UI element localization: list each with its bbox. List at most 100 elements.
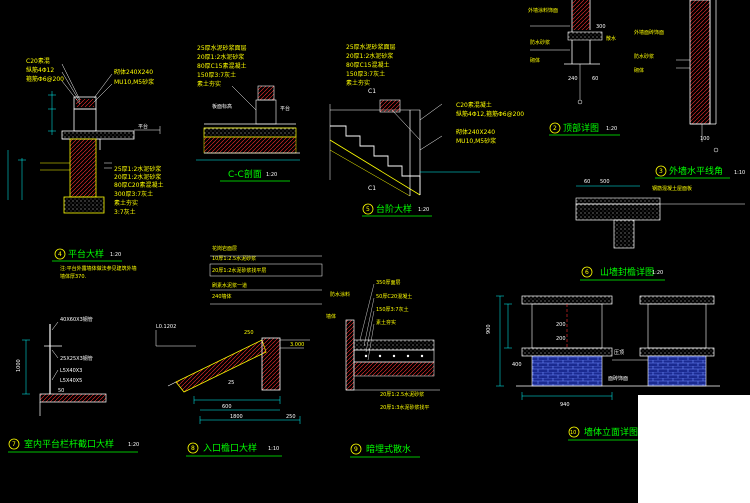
detail-6: 60 500 钢筋混凝土屋面板 6 山墙封檐详图 1:20 xyxy=(575,179,745,281)
detail2-dim: 300 xyxy=(596,24,606,30)
step-title: 台阶大样 xyxy=(376,203,412,215)
detail-9: 350厚面层 50厚C20混凝土 150厚3:7灰土 素土夯实 防水涂料 墙体 … xyxy=(326,280,440,458)
platform-note: 箍筋Φ6@200 xyxy=(26,75,64,83)
detail8-note: 240墙体 xyxy=(212,293,232,300)
detail-3: 外墙面砖饰面 防水砂浆 砌体 100 3 外墙水平线角 1:10 xyxy=(634,0,745,179)
detail9-note: 20厚1:2.5水泥砂浆 xyxy=(380,391,424,398)
detail2-note: 砌体 xyxy=(530,57,540,64)
step-note: 20厚1:2水泥砂浆 xyxy=(346,52,393,60)
detail-8: 花岗岩面层 10厚1:2.5水泥砂浆 20厚1:2水泥砂浆找平层 刷素水泥浆一道… xyxy=(155,245,323,457)
detail10-num: 10 xyxy=(570,430,576,436)
step-note: 80厚C15混凝土 xyxy=(346,61,389,69)
step-note: 150厚3:7灰土 xyxy=(346,70,385,78)
detail7-num: 7 xyxy=(12,441,16,448)
detail8-dim: 3.000 xyxy=(290,342,304,348)
step-cut-top: C1 xyxy=(368,88,376,95)
detail10-dim: 400 xyxy=(512,362,522,368)
detail-cc-section: 25厚水泥砂浆面层 20厚1:2水泥砂浆 80厚C15素混凝土 150厚3:7灰… xyxy=(196,44,300,182)
detail10-dim: 200 xyxy=(556,336,566,342)
platform-note: 3:7灰土 xyxy=(114,208,136,216)
detail2-scale: 1:20 xyxy=(606,126,617,132)
step-note: 素土夯实 xyxy=(346,79,370,87)
detail9-note: 防水涂料 xyxy=(330,291,350,298)
detail10-dim: 940 xyxy=(560,402,570,408)
detail6-title: 山墙封檐详图 xyxy=(600,266,654,278)
step-note: C20素混凝土 xyxy=(456,101,492,109)
detail2-note: 防水砂浆 xyxy=(530,39,550,46)
step-note: MU10,M5砂浆 xyxy=(456,137,496,145)
detail8-title: 入口檐口大样 xyxy=(203,442,257,454)
detail3-note: 砌体 xyxy=(634,67,644,74)
detail6-num: 6 xyxy=(585,269,589,276)
detail7-note: L5X40X3 xyxy=(60,368,82,374)
detail7-dim: 50 xyxy=(58,388,64,394)
detail10-dim: 900 xyxy=(486,324,492,334)
step-note: 砌体240X240 xyxy=(456,128,495,136)
detail3-dim: 100 xyxy=(700,136,710,142)
detail8-num: 8 xyxy=(191,445,195,452)
detail3-note: 防水砂浆 xyxy=(634,53,654,60)
detail3-note: 外墙面砖饰面 xyxy=(634,29,664,36)
platform-note: 20厚1:2水泥砂浆 xyxy=(114,173,161,181)
detail6-dim: 500 xyxy=(600,179,610,185)
cc-note: 素土夯实 xyxy=(197,80,221,88)
detail10-title: 墙体立面详图 xyxy=(584,426,638,438)
platform-note: 砌体240X240 xyxy=(114,68,153,76)
detail-2: 外墙涂料饰面 防水砂浆 砌体 散水 300 240 60 2 顶部详图 1:20 xyxy=(528,0,620,136)
cc-note: 20厚1:2水泥砂浆 xyxy=(197,53,244,61)
svg-text:平台: 平台 xyxy=(280,105,290,112)
cc-note: 150厚3:7灰土 xyxy=(197,71,236,79)
detail8-ref: L0.1202 xyxy=(156,324,176,330)
detail8-dim: 250 xyxy=(244,330,254,336)
detail6-dim: 60 xyxy=(584,179,590,185)
cc-note: 80厚C15素混凝土 xyxy=(197,62,246,70)
platform-sub-note: 注:平台外露墙体做法参见建筑外墙 xyxy=(60,265,137,272)
detail8-dim: 600 xyxy=(222,404,232,410)
platform-note: 80厚C20素混凝土 xyxy=(114,181,163,189)
detail3-scale: 1:10 xyxy=(734,170,745,176)
detail8-note: 花岗岩面层 xyxy=(212,245,237,252)
detail10-dim: 200 xyxy=(556,322,566,328)
detail10-note: 压顶 xyxy=(614,350,624,356)
platform-note: 300厚3:7灰土 xyxy=(114,190,153,198)
detail10-note: 面砖饰面 xyxy=(608,375,628,382)
detail9-note: 墙体 xyxy=(326,313,336,320)
detail2-note: 散水 xyxy=(606,35,616,42)
detail8-dim: 1800 xyxy=(230,414,243,420)
detail9-num: 9 xyxy=(354,446,358,453)
platform-note: MU10,M5砂浆 xyxy=(114,78,154,86)
platform-note: 素土夯实 xyxy=(114,199,138,207)
cc-scale: 1:20 xyxy=(266,172,277,178)
detail7-note: 40X60X3钢管 xyxy=(60,316,93,323)
detail2-note: 外墙涂料饰面 xyxy=(528,7,558,14)
detail6-note: 钢筋混凝土屋面板 xyxy=(652,185,692,192)
step-note: 25厚水泥砂浆面层 xyxy=(346,43,396,51)
detail8-dim: 25 xyxy=(228,380,234,386)
detail2-title: 顶部详图 xyxy=(563,122,599,134)
detail7-note: 25X25X3钢管 xyxy=(60,355,93,362)
platform-note: 纵筋4Φ12 xyxy=(26,66,54,74)
platform-scale: 1:20 xyxy=(110,252,121,258)
platform-note: C20素混 xyxy=(26,57,50,65)
detail3-title: 外墙水平线角 xyxy=(669,165,723,177)
blank-panel xyxy=(638,395,750,503)
detail9-note: 50厚C20混凝土 xyxy=(376,293,412,300)
platform-sub-note: 墙体厚370. xyxy=(60,273,87,280)
detail8-note: 刷素水泥浆一道 xyxy=(212,282,247,289)
detail-7: 40X60X3钢管 25X25X3钢管 L5X40X3 L5X40X5 1000… xyxy=(8,316,139,453)
cc-title: C-C剖面 xyxy=(228,168,262,180)
detail2-dim: 60 xyxy=(592,76,598,82)
detail-step: 25厚水泥砂浆面层 20厚1:2水泥砂浆 80厚C15混凝土 150厚3:7灰土… xyxy=(329,43,524,217)
detail-platform: C20素混 纵筋4Φ12 箍筋Φ6@200 砌体240X240 MU10,M5砂… xyxy=(7,57,163,280)
detail7-dim: 1000 xyxy=(16,359,22,372)
cc-note: 25厚水泥砂浆面层 xyxy=(197,44,247,52)
step-note: 纵筋4Φ12,箍筋Φ6@200 xyxy=(456,110,524,118)
detail7-title: 室内平台栏杆截口大样 xyxy=(24,438,114,450)
detail9-note: 150厚3:7灰土 xyxy=(376,306,409,313)
detail8-note: 20厚1:2水泥砂浆找平层 xyxy=(212,267,266,274)
step-num: 5 xyxy=(366,206,370,213)
platform-title: 平台大样 xyxy=(68,248,104,260)
platform-num: 4 xyxy=(58,251,62,258)
detail7-scale: 1:20 xyxy=(128,442,139,448)
svg-text:平台: 平台 xyxy=(138,123,148,130)
